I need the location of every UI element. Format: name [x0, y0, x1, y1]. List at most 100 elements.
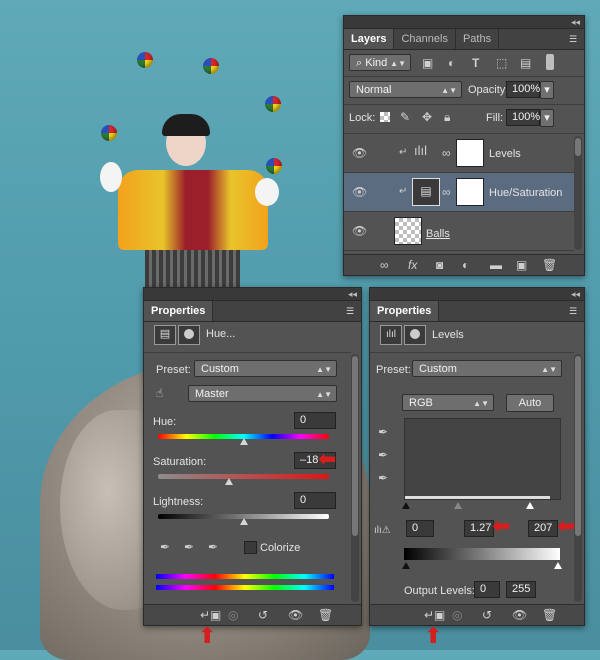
- trash-icon[interactable]: 🗑︎: [318, 608, 333, 622]
- visibility-eye-icon[interactable]: 👁︎: [352, 185, 367, 199]
- channel-dropdown[interactable]: RGB ▲▼: [402, 394, 494, 411]
- fill-slider-button[interactable]: ▾: [540, 109, 554, 127]
- visibility-eye-icon[interactable]: 👁︎: [352, 224, 367, 238]
- black-point-eyedropper-icon[interactable]: ✒︎: [378, 425, 388, 439]
- tab-paths[interactable]: Paths: [456, 29, 500, 49]
- toggle-visibility-eye-icon[interactable]: 👁︎: [288, 608, 303, 622]
- clip-to-layer-icon[interactable]: ↵▣: [200, 608, 221, 622]
- filter-toggle-icon[interactable]: [546, 54, 554, 70]
- preset-dropdown[interactable]: Custom ▲▼: [194, 360, 337, 377]
- input-black-field[interactable]: 0: [406, 520, 434, 537]
- layer-row-levels[interactable]: 👁︎ ↵ ılıl ∞ Levels: [344, 134, 574, 173]
- scrollbar-thumb[interactable]: [575, 356, 581, 536]
- view-previous-state-icon[interactable]: ◎: [228, 608, 238, 622]
- targeted-adjustment-hand-icon[interactable]: ☝︎: [156, 386, 163, 400]
- pixel-filter-icon[interactable]: ▣: [422, 56, 433, 70]
- clip-to-layer-icon[interactable]: ↵▣: [424, 608, 445, 622]
- panel-menu-icon[interactable]: ☰: [569, 306, 579, 316]
- view-previous-state-icon[interactable]: ◎: [452, 608, 462, 622]
- preset-dropdown[interactable]: Custom ▲▼: [412, 360, 562, 377]
- smart-object-filter-icon[interactable]: ▤: [520, 56, 531, 70]
- scrollbar-thumb[interactable]: [575, 138, 581, 156]
- layer-mask-thumbnail[interactable]: [456, 139, 484, 167]
- mask-icon[interactable]: [404, 325, 426, 345]
- lightness-input[interactable]: 0: [294, 492, 336, 509]
- preset-label: Preset:: [156, 364, 191, 376]
- layer-row-balls[interactable]: 👁︎ Balls: [344, 212, 574, 251]
- input-midtone-field[interactable]: 1.27: [464, 520, 494, 537]
- link-chain-icon[interactable]: ∞: [442, 185, 451, 199]
- panel-menu-icon[interactable]: ☰: [569, 34, 579, 44]
- link-chain-icon[interactable]: ∞: [442, 146, 451, 160]
- shape-filter-icon[interactable]: ⬚: [496, 56, 507, 70]
- eyedropper-plus-icon[interactable]: ✒︎: [184, 540, 194, 554]
- lock-pixels-icon[interactable]: ✎: [400, 110, 410, 124]
- scrollbar-thumb[interactable]: [352, 356, 358, 536]
- eyedropper-minus-icon[interactable]: ✒︎: [208, 540, 218, 554]
- layer-thumbnail[interactable]: [394, 217, 422, 245]
- input-gray-slider[interactable]: [454, 502, 462, 509]
- saturation-slider-track[interactable]: [158, 474, 329, 479]
- lock-transparent-icon[interactable]: [380, 112, 390, 122]
- auto-button[interactable]: Auto: [506, 394, 554, 412]
- white-point-eyedropper-icon[interactable]: ✒︎: [378, 471, 388, 485]
- collapse-icon[interactable]: ◂◂: [571, 288, 580, 300]
- panel-menu-icon[interactable]: ☰: [346, 306, 356, 316]
- layer-style-fx-icon[interactable]: fx: [408, 258, 417, 272]
- trash-icon[interactable]: 🗑︎: [542, 258, 557, 272]
- mask-icon[interactable]: [178, 325, 200, 345]
- fill-input[interactable]: 100%: [506, 109, 540, 126]
- output-white-slider[interactable]: [554, 562, 562, 569]
- adjustment-layer-icon[interactable]: ◐: [462, 258, 469, 272]
- trash-icon[interactable]: 🗑︎: [542, 608, 557, 622]
- toggle-visibility-eye-icon[interactable]: 👁︎: [512, 608, 527, 622]
- layer-row-hue-saturation[interactable]: 👁︎ ↵ ▤ ∞ Hue/Saturation: [344, 173, 574, 212]
- panel-topbar[interactable]: ◂◂: [370, 288, 584, 301]
- tab-channels[interactable]: Channels: [394, 29, 456, 49]
- collapse-icon[interactable]: ◂◂: [571, 16, 580, 28]
- panel-topbar[interactable]: ◂◂: [144, 288, 361, 301]
- blend-mode-dropdown[interactable]: Normal ▲▼: [349, 81, 462, 98]
- properties-scrollbar[interactable]: [351, 354, 359, 602]
- lock-position-icon[interactable]: ✥: [422, 110, 432, 124]
- link-layers-icon[interactable]: ∞: [380, 258, 389, 272]
- layer-name[interactable]: Levels: [489, 148, 521, 160]
- opacity-slider-button[interactable]: ▾: [540, 81, 554, 99]
- tab-properties[interactable]: Properties: [144, 301, 214, 321]
- gray-point-eyedropper-icon[interactable]: ✒︎: [378, 448, 388, 462]
- opacity-input[interactable]: 100%: [506, 81, 540, 98]
- output-white-field[interactable]: 255: [506, 581, 536, 598]
- eyedropper-icon[interactable]: ✒︎: [160, 540, 170, 554]
- clipping-warning-icon[interactable]: ılı⚠: [374, 524, 391, 538]
- adjustment-filter-icon[interactable]: ◐: [448, 56, 455, 70]
- hue-input[interactable]: 0: [294, 412, 336, 429]
- layer-name[interactable]: Balls: [426, 228, 450, 240]
- lightness-slider-knob[interactable]: [240, 518, 248, 525]
- lock-all-icon[interactable]: 🔒︎: [444, 110, 450, 124]
- reset-icon[interactable]: ↺: [482, 608, 492, 622]
- new-group-folder-icon[interactable]: ▬: [490, 258, 502, 272]
- visibility-eye-icon[interactable]: 👁︎: [352, 146, 367, 160]
- add-mask-icon[interactable]: ◙: [436, 258, 443, 272]
- output-black-field[interactable]: 0: [474, 581, 500, 598]
- layers-scrollbar[interactable]: [574, 136, 582, 250]
- reset-icon[interactable]: ↺: [258, 608, 268, 622]
- type-filter-icon[interactable]: T: [472, 56, 479, 70]
- layer-name[interactable]: Hue/Saturation: [489, 187, 562, 199]
- input-white-field[interactable]: 207: [528, 520, 558, 537]
- hue-slider-knob[interactable]: [240, 438, 248, 445]
- colorize-checkbox[interactable]: [244, 541, 257, 554]
- tab-properties[interactable]: Properties: [370, 301, 440, 321]
- layer-mask-thumbnail[interactable]: [456, 178, 484, 206]
- output-black-slider[interactable]: [402, 562, 410, 569]
- input-black-slider[interactable]: [402, 502, 410, 509]
- panel-topbar[interactable]: ◂◂: [344, 16, 584, 29]
- properties-scrollbar[interactable]: [574, 354, 582, 602]
- saturation-slider-knob[interactable]: [225, 478, 233, 485]
- collapse-icon[interactable]: ◂◂: [348, 288, 357, 300]
- tab-layers[interactable]: Layers: [344, 29, 395, 49]
- input-white-slider[interactable]: [526, 502, 534, 509]
- kind-filter-dropdown[interactable]: ⌕ Kind ▲▼: [349, 54, 411, 71]
- new-layer-icon[interactable]: ▣: [516, 258, 527, 272]
- channel-dropdown[interactable]: Master ▲▼: [188, 385, 337, 402]
